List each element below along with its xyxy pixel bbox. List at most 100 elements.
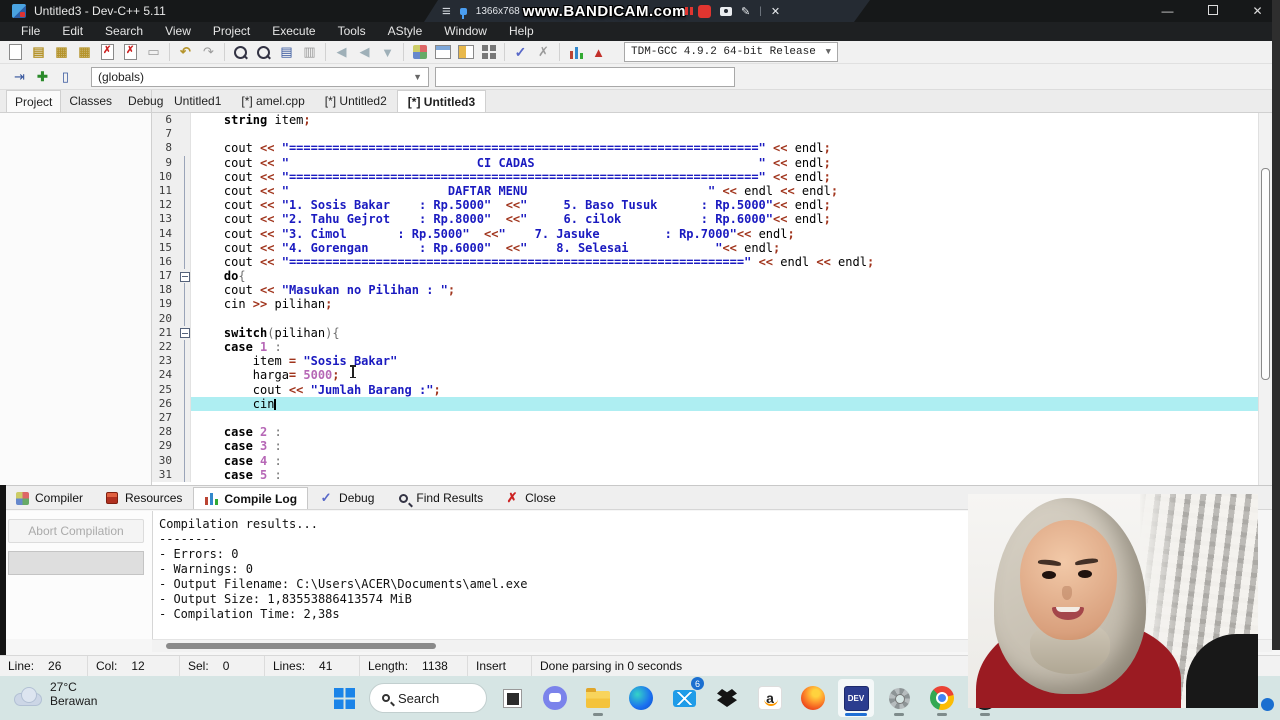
code-editor[interactable]: 6 string item; 7 8 cout << "==============… (152, 113, 1272, 485)
menu-project[interactable]: Project (202, 22, 261, 41)
bandicam-pause-icon[interactable] (685, 7, 693, 15)
dropbox-button[interactable] (709, 679, 745, 717)
window-layout-icon[interactable] (455, 42, 476, 62)
editor-tab[interactable]: [*] amel.cpp (231, 90, 314, 112)
back-icon[interactable]: ◀ (331, 42, 352, 62)
save-all-icon[interactable]: ▦ (74, 42, 95, 62)
scrollbar-thumb[interactable] (166, 643, 436, 649)
editor-tab[interactable]: [*] Untitled2 (315, 90, 397, 112)
profile-icon[interactable]: ▲ (588, 42, 609, 62)
code-line[interactable]: 28 case 2 : (152, 425, 1272, 440)
code-line[interactable]: 20 (152, 311, 1272, 327)
close-file-icon[interactable] (97, 42, 118, 62)
fold-marker-icon[interactable] (178, 325, 191, 340)
menu-tools[interactable]: Tools (327, 22, 377, 41)
code-line[interactable]: 9 cout << " CI CADAS " << endl; (152, 155, 1272, 170)
code-line[interactable]: 15 cout << "4. Gorengan : Rp.6000" <<" 8… (152, 240, 1272, 256)
bandicam-record-icon[interactable] (698, 5, 711, 18)
code-line[interactable]: 19 cin >> pilihan; (152, 297, 1272, 312)
devcpp-taskbar-button[interactable]: DEV (838, 679, 874, 717)
code-line[interactable]: 24 harga= 5000; (152, 368, 1272, 383)
undo-icon[interactable]: ↶ (175, 42, 196, 62)
menu-execute[interactable]: Execute (261, 22, 326, 41)
bandicam-close-icon[interactable]: ✕ (771, 5, 780, 18)
bottom-tab-find-results[interactable]: Find Results (385, 487, 494, 509)
firefox-button[interactable] (795, 679, 831, 717)
open-file-icon[interactable]: ▤ (28, 42, 49, 62)
code-line[interactable]: 8 cout << "=============================… (152, 141, 1272, 156)
code-line[interactable]: 14 cout << "3. Cimol : Rp.5000" <<" 7. J… (152, 226, 1272, 241)
tab-project[interactable]: Project (6, 90, 62, 112)
settings-button[interactable] (881, 679, 917, 717)
find-icon[interactable] (230, 42, 251, 62)
menu-window[interactable]: Window (433, 22, 498, 41)
code-line[interactable]: 27 (152, 410, 1272, 426)
members-select[interactable] (435, 66, 735, 87)
file-explorer-button[interactable] (580, 679, 616, 717)
editor-tab[interactable]: [*] Untitled3 (396, 90, 487, 112)
menu-view[interactable]: View (154, 22, 202, 41)
rebuild-icon[interactable]: ✗ (533, 42, 554, 62)
new-file-icon[interactable] (5, 42, 26, 62)
code-line[interactable]: 16 cout << "============================… (152, 254, 1272, 270)
close-all-icon[interactable] (120, 42, 141, 62)
editor-vertical-scrollbar[interactable] (1258, 113, 1272, 485)
code-line[interactable]: 6 string item; (152, 113, 1272, 128)
menu-search[interactable]: Search (94, 22, 154, 41)
new-project-icon[interactable] (409, 42, 430, 62)
code-line[interactable]: 22 case 1 : (152, 340, 1272, 355)
code-line[interactable]: 29 case 3 : (152, 439, 1272, 454)
project-panel[interactable] (0, 113, 152, 485)
goto-declaration-icon[interactable]: ⇥ (9, 67, 30, 87)
bandicam-pin-icon[interactable] (460, 8, 467, 15)
code-line[interactable]: 23 item = "Sosis Bakar" (152, 354, 1272, 369)
tab-classes[interactable]: Classes (61, 90, 120, 112)
compiler-select[interactable]: TDM-GCC 4.9.2 64-bit Release ▼ (624, 42, 838, 62)
code-line[interactable]: 10 cout << "============================… (152, 169, 1272, 185)
bottom-tab-compiler[interactable]: Compiler (4, 487, 94, 509)
print-icon[interactable]: ▭ (143, 42, 164, 62)
forward-icon[interactable]: ◀ (354, 42, 375, 62)
edge-button[interactable] (623, 679, 659, 717)
redo-icon[interactable]: ↷ (198, 42, 219, 62)
save-icon[interactable]: ▦ (51, 42, 72, 62)
bandicam-menu-icon[interactable]: ≡ (442, 4, 451, 19)
bottom-tab-close[interactable]: ✗ Close (494, 487, 567, 509)
menu-edit[interactable]: Edit (51, 22, 94, 41)
code-line[interactable]: 30 case 4 : (152, 453, 1272, 468)
scrollbar-thumb[interactable] (1261, 168, 1270, 380)
code-line[interactable]: 7 (152, 127, 1272, 142)
code-line[interactable]: 13 cout << "2. Tahu Gejrot : Rp.8000" <<… (152, 212, 1272, 227)
bottom-tab-compile-log[interactable]: Compile Log (193, 487, 309, 509)
abort-compilation-button[interactable]: Abort Compilation (8, 519, 144, 543)
teams-chat-button[interactable] (537, 679, 573, 717)
bottom-tab-debug[interactable]: ✓ Debug (308, 487, 385, 509)
menu-help[interactable]: Help (498, 22, 545, 41)
toggle-bookmark-icon[interactable]: ▯ (55, 67, 76, 87)
abort-icon[interactable]: ▼ (377, 42, 398, 62)
tile-windows-icon[interactable] (478, 42, 499, 62)
code-line[interactable]: 31 case 5 : (152, 467, 1272, 483)
bandicam-pencil-icon[interactable]: ✎ (741, 5, 750, 18)
compile-icon[interactable]: ✓ (510, 42, 531, 62)
maximize-button[interactable] (1190, 0, 1235, 22)
code-line[interactable]: 12 cout << "1. Sosis Bakar : Rp.5000" <<… (152, 198, 1272, 213)
code-line[interactable]: 17 do{ (152, 269, 1272, 284)
new-window-icon[interactable] (432, 42, 453, 62)
taskbar-search[interactable]: Search (369, 683, 487, 713)
amazon-button[interactable]: a (752, 679, 788, 717)
globals-select[interactable]: (globals) ▼ (91, 66, 429, 87)
notification-badge[interactable] (1261, 698, 1274, 711)
start-button[interactable] (326, 679, 362, 717)
minimize-button[interactable]: — (1145, 0, 1190, 22)
goto-line-icon[interactable]: ▤ (276, 42, 297, 62)
code-line[interactable]: 11 cout << " DAFTAR MENU " << endl << en… (152, 183, 1272, 199)
fold-marker-icon[interactable] (178, 269, 191, 284)
chrome-button[interactable] (924, 679, 960, 717)
menu-astyle[interactable]: AStyle (377, 22, 434, 41)
editor-tab[interactable]: Untitled1 (164, 90, 231, 112)
bandicam-camera-icon[interactable] (720, 7, 732, 16)
mail-button[interactable]: 6 (666, 677, 704, 717)
find-next-icon[interactable] (253, 42, 274, 62)
menu-file[interactable]: File (10, 22, 51, 41)
